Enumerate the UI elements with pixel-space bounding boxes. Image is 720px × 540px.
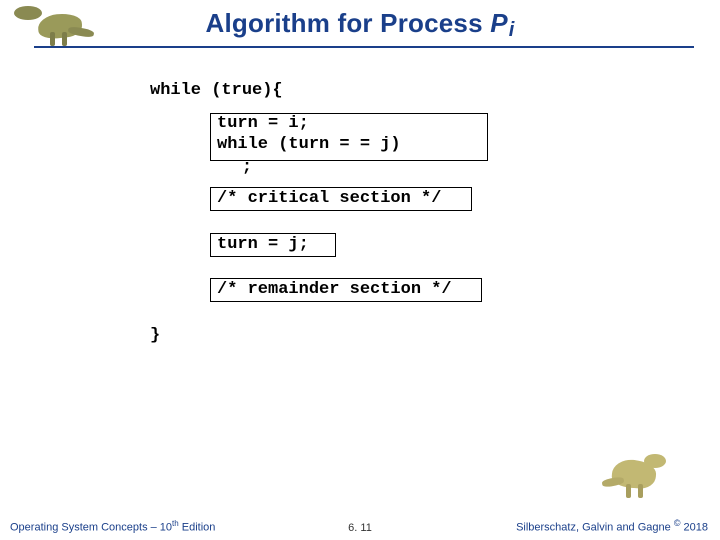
code-critical-comment: /* critical section */ — [217, 189, 465, 210]
title-main-text: Algorithm for Process — [206, 8, 491, 38]
slide: Algorithm for Process Pi while (true){ t… — [0, 0, 720, 540]
code-box-exit: turn = j; — [210, 233, 336, 257]
code-close-brace: } — [150, 326, 160, 345]
code-box-critical: /* critical section */ — [210, 187, 472, 211]
code-box-entry: turn = i; while (turn = = j) — [210, 113, 488, 161]
footer-right: Silberschatz, Galvin and Gagne © 2018 — [516, 518, 708, 534]
slide-title: Algorithm for Process Pi — [0, 8, 720, 42]
footer: Operating System Concepts – 10th Edition… — [0, 516, 720, 534]
dinosaur-bottom-icon — [602, 452, 672, 500]
code-turn-assign-j: turn = j; — [217, 235, 329, 256]
title-subscript-i: i — [508, 19, 515, 41]
code-inner-while: while (turn = = j) — [217, 135, 481, 156]
title-process-p: P — [490, 8, 508, 38]
code-busy-wait-semicolon: ; — [210, 158, 284, 177]
code-turn-assign-i: turn = i; — [217, 114, 481, 135]
code-block: while (true){ — [150, 80, 283, 101]
code-box-remainder: /* remainder section */ — [210, 278, 482, 302]
code-while-header: while (true){ — [150, 80, 283, 101]
code-remainder-comment: /* remainder section */ — [217, 280, 475, 301]
title-underline — [34, 46, 694, 48]
footer-authors: Silberschatz, Galvin and Gagne — [516, 522, 674, 534]
footer-year: 2018 — [680, 522, 708, 534]
